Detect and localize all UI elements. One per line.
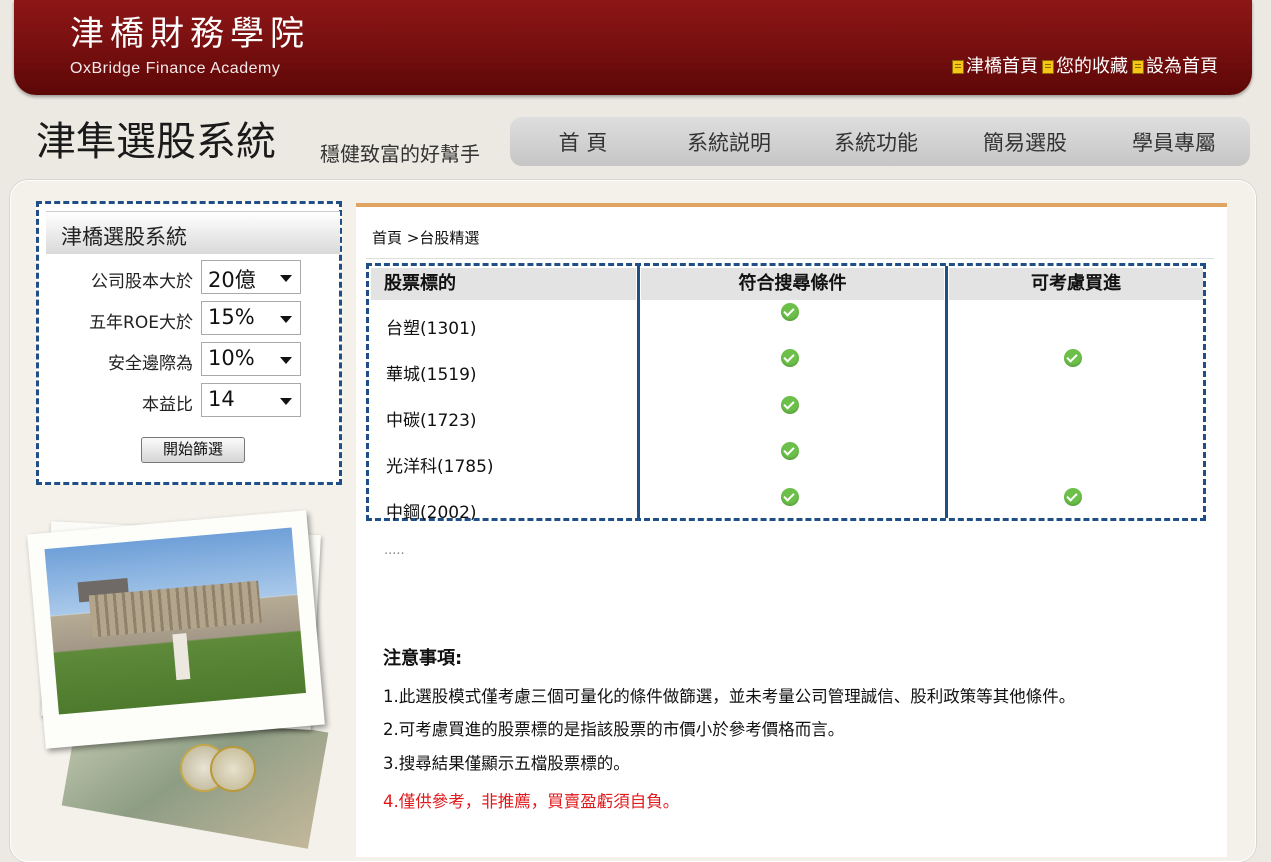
nav-system-features[interactable]: 系統功能 xyxy=(802,127,950,157)
document-icon xyxy=(1042,60,1054,74)
set-homepage-link[interactable]: 設為首頁 xyxy=(1132,52,1218,78)
check-icon xyxy=(781,396,799,414)
capital-select[interactable]: 20億 xyxy=(201,260,301,294)
pe-select[interactable]: 14 xyxy=(201,383,301,417)
filter-label: 五年ROE大於 xyxy=(89,313,193,333)
favorites-link-label: 您的收藏 xyxy=(1056,56,1128,77)
coin-image xyxy=(210,746,256,792)
logo-english: OxBridge Finance Academy xyxy=(70,60,281,77)
stock-link[interactable]: 中鋼(2002) xyxy=(386,498,477,523)
results-table: 股票標的 符合搜尋條件 可考慮買進 台塑(1301) 華城(1519) 中碳(1… xyxy=(366,263,1206,523)
filter-panel-title: 津橋選股系統 xyxy=(61,225,187,249)
louvre-photo xyxy=(27,510,325,749)
divider xyxy=(366,258,1214,259)
filter-row-pe: 本益比 14 xyxy=(39,383,339,419)
filter-row-roe: 五年ROE大於 15% xyxy=(39,301,339,337)
column-divider xyxy=(945,266,948,518)
check-icon xyxy=(781,488,799,506)
header-buy: 可考慮買進 xyxy=(949,268,1203,300)
note-item: 3.搜尋結果僅顯示五檔股票標的。 xyxy=(383,754,630,773)
logo-chinese: 津橋財務學院 xyxy=(70,14,310,54)
select-value: 20億 xyxy=(208,268,256,292)
filter-row-margin: 安全邊際為 10% xyxy=(39,342,339,378)
filter-row-capital: 公司股本大於 20億 xyxy=(39,260,339,296)
header-banner: 津橋財務學院 OxBridge Finance Academy 津橋首頁 您的收… xyxy=(14,0,1252,95)
favorites-link[interactable]: 您的收藏 xyxy=(1042,52,1128,78)
more-results: ..... xyxy=(384,543,405,558)
margin-select[interactable]: 10% xyxy=(201,342,301,376)
chevron-down-icon xyxy=(280,316,292,323)
photo-image xyxy=(44,527,307,715)
nav-simple-picker[interactable]: 簡易選股 xyxy=(950,127,1100,157)
header-match: 符合搜尋條件 xyxy=(641,268,944,300)
document-icon xyxy=(1132,60,1144,74)
main-nav: 首 頁 系統説明 系統功能 簡易選股 學員專屬 xyxy=(510,117,1250,166)
chevron-down-icon xyxy=(280,398,292,405)
chevron-down-icon xyxy=(280,357,292,364)
filter-label: 公司股本大於 xyxy=(91,272,193,292)
note-item: 1.此選股模式僅考慮三個可量化的條件做篩選，並未考量公司管理誠信、股利政策等其他… xyxy=(383,687,1076,706)
column-divider xyxy=(637,266,640,518)
filter-panel: 津橋選股系統 公司股本大於 20億 五年ROE大於 15% 安全邊際為 10% … xyxy=(36,201,342,485)
filter-panel-header: 津橋選股系統 xyxy=(46,211,340,254)
stock-link[interactable]: 華城(1519) xyxy=(386,360,477,385)
select-value: 10% xyxy=(208,346,255,370)
header-stock: 股票標的 xyxy=(371,268,636,300)
set-homepage-link-label: 設為首頁 xyxy=(1146,56,1218,77)
page-title: 津隼選股系統 xyxy=(36,119,276,165)
nav-members-only[interactable]: 學員專屬 xyxy=(1100,127,1248,157)
filter-label: 安全邊際為 xyxy=(108,354,193,374)
nav-system-intro[interactable]: 系統説明 xyxy=(656,127,802,157)
home-link[interactable]: 津橋首頁 xyxy=(952,52,1038,78)
check-icon xyxy=(781,442,799,460)
note-item: 2.可考慮買進的股票標的是指該股票的市價小於參考價格而言。 xyxy=(383,720,845,739)
nav-home[interactable]: 首 頁 xyxy=(510,127,656,157)
stock-link[interactable]: 光洋科(1785) xyxy=(386,452,494,477)
chevron-down-icon xyxy=(280,275,292,282)
document-icon xyxy=(952,60,964,74)
statue xyxy=(172,633,191,681)
roe-select[interactable]: 15% xyxy=(201,301,301,335)
page-slogan: 穩健致富的好幫手 xyxy=(320,142,480,166)
notes-title: 注意事項: xyxy=(383,648,463,669)
check-icon xyxy=(1064,349,1082,367)
check-icon xyxy=(781,349,799,367)
stock-link[interactable]: 台塑(1301) xyxy=(386,314,477,339)
select-value: 14 xyxy=(208,387,235,411)
filter-label: 本益比 xyxy=(142,395,193,415)
main-content: 首頁 >台股精選 股票標的 符合搜尋條件 可考慮買進 台塑(1301) 華城(1… xyxy=(356,203,1227,857)
stock-link[interactable]: 中碳(1723) xyxy=(386,406,477,431)
check-icon xyxy=(1064,488,1082,506)
select-value: 15% xyxy=(208,305,255,329)
start-filter-button[interactable]: 開始篩選 xyxy=(141,437,245,463)
note-warning: 4.僅供參考，非推薦，買賣盈虧須自負。 xyxy=(383,792,680,811)
top-links: 津橋首頁 您的收藏 設為首頁 xyxy=(952,52,1218,78)
check-icon xyxy=(781,303,799,321)
home-link-label: 津橋首頁 xyxy=(966,56,1038,77)
breadcrumb: 首頁 >台股精選 xyxy=(372,229,480,247)
